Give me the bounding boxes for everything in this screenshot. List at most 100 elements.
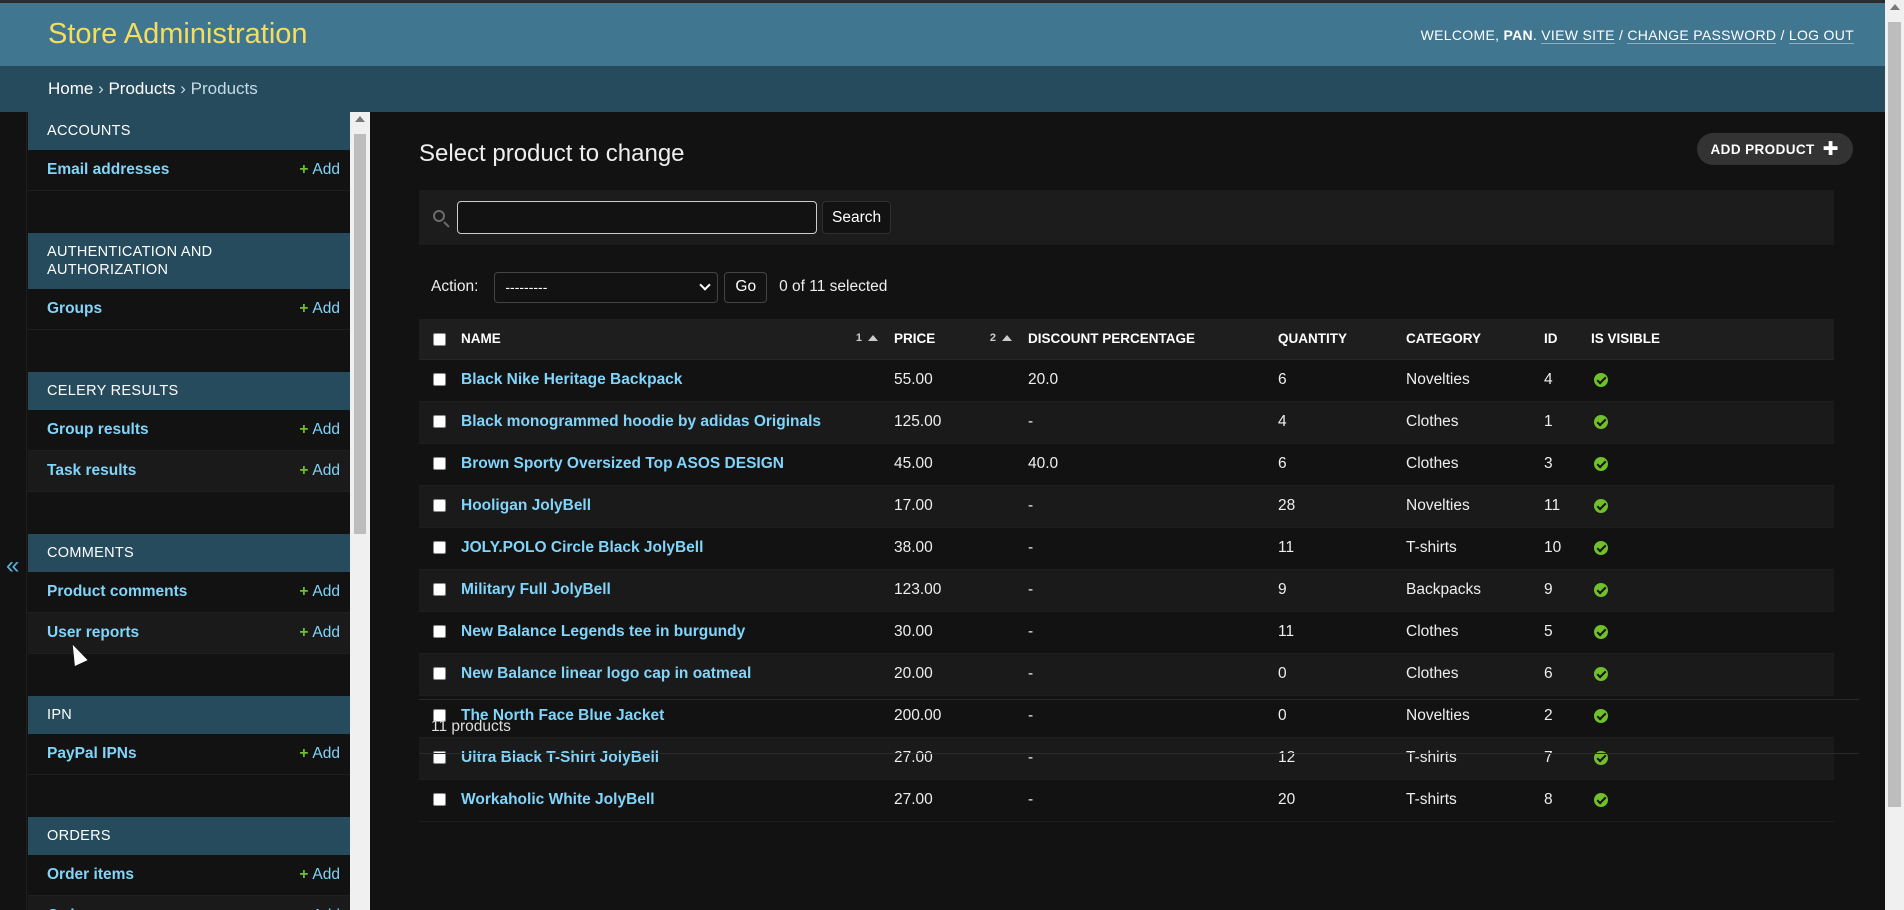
column-quantity[interactable]: QUANTITY xyxy=(1272,319,1400,360)
sidebar-model-link[interactable]: Order items xyxy=(47,866,134,884)
site-branding[interactable]: Store Administration xyxy=(48,18,308,51)
app-caption[interactable]: ORDERS xyxy=(28,817,350,855)
row-checkbox[interactable] xyxy=(433,793,446,807)
go-button[interactable]: Go xyxy=(724,271,768,303)
sidebar-add-link[interactable]: +Add xyxy=(299,462,340,480)
sidebar-model-link[interactable]: Groups xyxy=(47,300,102,318)
row-select-cell xyxy=(419,779,455,822)
row-checkbox[interactable] xyxy=(433,415,446,429)
sidebar-add-link[interactable]: +Add xyxy=(299,421,340,439)
column-name-label[interactable]: NAME xyxy=(461,331,501,346)
sidebar-model-link[interactable]: PayPal IPNs xyxy=(47,745,137,763)
breadcrumb-app[interactable]: Products xyxy=(108,79,175,99)
app-caption[interactable]: IPN xyxy=(28,696,350,734)
row-select-cell xyxy=(419,611,455,654)
product-name-link[interactable]: Black Nike Heritage Backpack xyxy=(461,371,682,388)
app-caption[interactable]: ACCOUNTS xyxy=(28,112,350,150)
sidebar-model-link[interactable]: User reports xyxy=(47,624,139,642)
column-price[interactable]: PRICE 2 xyxy=(888,319,1022,360)
row-checkbox[interactable] xyxy=(433,499,446,513)
add-icon: + xyxy=(299,161,309,178)
sort-indicator-price[interactable]: 2 xyxy=(990,332,1012,344)
cell-category: Clothes xyxy=(1400,653,1538,696)
column-is-visible[interactable]: IS VISIBLE xyxy=(1585,319,1834,360)
app-module: AUTHENTICATION AND AUTHORIZATION Groups + A… xyxy=(28,233,350,330)
cell-id: 4 xyxy=(1538,359,1585,402)
column-category[interactable]: CATEGORY xyxy=(1400,319,1538,360)
sidebar-model-row: Order items + Add xyxy=(28,855,350,896)
product-name-link[interactable]: New Balance Legends tee in burgundy xyxy=(461,623,745,640)
search-input[interactable] xyxy=(457,201,817,234)
scroll-up-icon[interactable] xyxy=(355,116,365,122)
cell-quantity: 6 xyxy=(1272,359,1400,402)
cell-id: 6 xyxy=(1538,653,1585,696)
product-name-link[interactable]: JOLY.POLO Circle Black JolyBell xyxy=(461,539,703,556)
row-checkbox[interactable] xyxy=(433,373,446,387)
cell-quantity: 9 xyxy=(1272,569,1400,612)
cell-discount: - xyxy=(1022,779,1272,822)
sidebar-add-link[interactable]: +Add xyxy=(299,300,340,318)
product-name-link[interactable]: Workaholic White JolyBell xyxy=(461,791,655,808)
app-caption[interactable]: COMMENTS xyxy=(28,534,350,572)
product-name-link[interactable]: Brown Sporty Oversized Top ASOS DESIGN xyxy=(461,455,784,472)
product-name-link[interactable]: Military Full JolyBell xyxy=(461,581,611,598)
table-row: Hooligan JolyBell 17.00-28 Novelties 11 xyxy=(419,485,1834,528)
sidebar-add-link[interactable]: +Add xyxy=(299,583,340,601)
breadcrumb-home[interactable]: Home xyxy=(48,79,93,99)
search-button[interactable]: Search xyxy=(822,201,892,234)
add-icon: + xyxy=(299,624,309,641)
row-checkbox[interactable] xyxy=(433,541,446,555)
action-counter: 0 of 11 selected xyxy=(779,278,888,295)
check-icon xyxy=(1594,414,1608,429)
cell-price: 55.00 xyxy=(888,359,1022,402)
product-name-link[interactable]: Hooligan JolyBell xyxy=(461,497,591,514)
column-price-label[interactable]: PRICE xyxy=(894,331,935,346)
cell-price: 30.00 xyxy=(888,611,1022,654)
sidebar-add-link[interactable]: +Add xyxy=(299,866,340,884)
sidebar-add-link[interactable]: +Add xyxy=(299,624,340,642)
column-discount[interactable]: DISCOUNT PERCENTAGE xyxy=(1022,319,1272,360)
chevron-down-icon xyxy=(699,279,712,291)
sort-asc-icon xyxy=(868,335,878,341)
sidebar-model-row: Product comments + Add xyxy=(28,572,350,613)
page-scrollbar[interactable] xyxy=(1885,0,1904,910)
add-product-button[interactable]: ADD PRODUCT ✚ xyxy=(1696,133,1853,165)
select-all-checkbox[interactable] xyxy=(433,333,446,347)
sidebar-model-link[interactable]: Product comments xyxy=(47,583,187,601)
sidebar-model-link[interactable]: Group results xyxy=(47,421,149,439)
sidebar-model-link[interactable]: Email addresses xyxy=(47,161,169,179)
log-out-link[interactable]: LOG OUT xyxy=(1788,26,1854,44)
view-site-link[interactable]: VIEW SITE xyxy=(1541,26,1615,44)
row-checkbox[interactable] xyxy=(433,457,446,471)
cell-quantity: 6 xyxy=(1272,443,1400,486)
sidebar-scrollbar-thumb[interactable] xyxy=(354,134,366,534)
product-name-link[interactable]: Black monogrammed hoodie by adidas Origi… xyxy=(461,413,821,430)
column-id[interactable]: ID xyxy=(1538,319,1585,360)
app-caption[interactable]: AUTHENTICATION AND AUTHORIZATION xyxy=(28,233,350,289)
scroll-up-icon[interactable] xyxy=(1890,4,1900,10)
app-caption[interactable]: CELERY RESULTS xyxy=(28,372,350,410)
cell-is-visible xyxy=(1585,569,1834,612)
row-checkbox[interactable] xyxy=(433,667,446,681)
sidebar-model-link[interactable]: Task results xyxy=(47,462,136,480)
action-selected-value: --------- xyxy=(505,279,548,295)
product-name-link[interactable]: New Balance linear logo cap in oatmeal xyxy=(461,665,751,682)
row-checkbox[interactable] xyxy=(433,625,446,639)
search-icon xyxy=(431,208,451,228)
change-password-link[interactable]: CHANGE PASSWORD xyxy=(1627,26,1777,44)
column-name[interactable]: NAME 1 xyxy=(455,319,888,360)
sidebar-add-link[interactable]: +Add xyxy=(299,745,340,763)
page-scrollbar-thumb[interactable] xyxy=(1888,22,1901,807)
row-select-cell xyxy=(419,485,455,528)
sort-indicator-name[interactable]: 1 xyxy=(856,332,878,344)
cell-discount: - xyxy=(1022,485,1272,528)
action-label: Action: xyxy=(431,278,479,295)
sidebar-add-link[interactable]: +Add xyxy=(299,161,340,179)
cell-quantity: 11 xyxy=(1272,611,1400,654)
sidebar-scrollbar[interactable] xyxy=(350,112,370,910)
cell-price: 45.00 xyxy=(888,443,1022,486)
toggle-nav-sidebar[interactable]: « xyxy=(0,112,27,910)
collapse-icon[interactable]: « xyxy=(6,552,19,580)
row-checkbox[interactable] xyxy=(433,583,446,597)
action-select[interactable]: --------- xyxy=(494,271,719,303)
